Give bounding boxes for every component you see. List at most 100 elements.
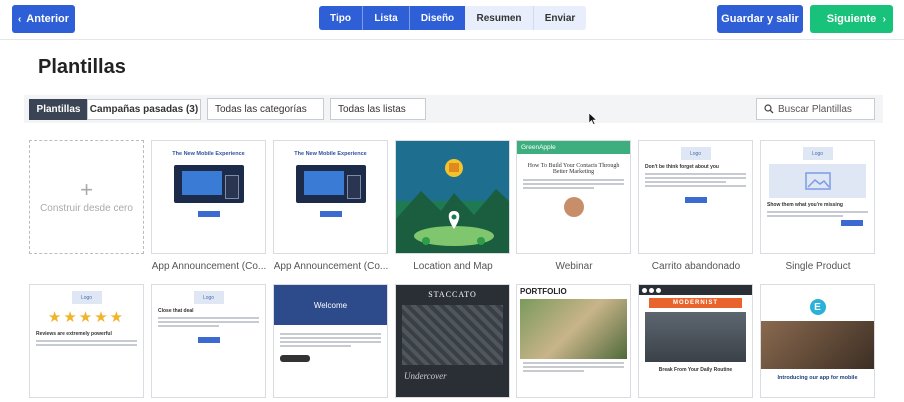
chevron-left-icon: ‹ — [17, 13, 22, 25]
list-select-value: Todas las listas — [338, 103, 406, 115]
next-button[interactable]: Siguiente › — [810, 5, 893, 33]
step-diseno[interactable]: Diseño — [409, 6, 465, 30]
text-lines — [523, 179, 624, 189]
social-icon — [642, 287, 647, 293]
step-label: Resumen — [476, 12, 522, 24]
template-headline: The New Mobile Experience — [294, 151, 367, 157]
social-bar — [639, 285, 752, 295]
category-select[interactable]: Todas las categorías — [207, 98, 324, 120]
step-label: Lista — [374, 12, 398, 24]
template-caption: App Announcement (Co... — [151, 261, 267, 272]
tab-label: Plantillas — [36, 104, 81, 115]
step-label: Tipo — [330, 12, 351, 24]
star-rating-icon: ★★★★★ — [47, 309, 126, 326]
social-icon — [649, 287, 654, 293]
template-caption: Location and Map — [413, 261, 493, 272]
hero-image — [645, 312, 746, 362]
next-button-label: Siguiente — [826, 13, 877, 25]
hero-image — [520, 299, 627, 359]
map-illustration — [396, 141, 509, 253]
template-caption: Single Product — [785, 261, 851, 272]
cta-button-preview — [684, 197, 707, 203]
cta-button-preview — [197, 337, 220, 343]
image-icon — [804, 172, 831, 190]
tab-plantillas[interactable]: Plantillas — [29, 99, 88, 120]
text-lines — [158, 317, 259, 327]
brand-title: STACCATO — [428, 290, 477, 299]
template-subtitle: Undercover — [404, 371, 447, 381]
brand-bar: GreenApple — [517, 141, 630, 154]
save-and-exit-button[interactable]: Guardar y salir — [717, 5, 803, 33]
template-card-build-from-scratch[interactable]: + Construir desde cero — [29, 140, 144, 254]
template-card-location-map[interactable] — [395, 140, 510, 254]
template-card-portfolio[interactable]: PORTFOLIO — [516, 284, 631, 398]
brand-title: MODERNIST — [649, 298, 742, 308]
device-mockup-image — [295, 165, 366, 203]
template-card-reviews[interactable]: Logo ★★★★★ Reviews are extremely powerfu… — [29, 284, 144, 398]
step-enviar[interactable]: Enviar — [533, 6, 586, 30]
template-card-staccato[interactable]: STACCATO Undercover — [395, 284, 510, 398]
template-card-abandoned-cart[interactable]: Logo Don't be think forget about you — [638, 140, 753, 254]
image-placeholder — [769, 164, 866, 198]
save-button-label: Guardar y salir — [721, 13, 799, 25]
template-caption: App Announcement (Co... — [273, 261, 389, 272]
template-card-webinar[interactable]: GreenApple How To Build Your Contacts Th… — [516, 140, 631, 254]
speaker-avatar — [563, 197, 584, 217]
template-headline: Introducing our app for mobile — [777, 375, 858, 381]
text-lines — [36, 340, 137, 346]
back-button-label: Anterior — [26, 13, 70, 25]
device-mockup-image — [173, 165, 244, 203]
category-select-value: Todas las categorías — [215, 103, 307, 115]
search-input[interactable]: Buscar Plantillas — [756, 98, 875, 120]
logo-placeholder: Logo — [71, 291, 102, 304]
text-lines — [523, 362, 624, 372]
template-headline: How To Build Your Contacts Through Bette… — [527, 163, 620, 175]
text-lines — [767, 211, 868, 217]
template-headline: Don't be think forget about you — [645, 164, 719, 170]
plus-icon: + — [80, 176, 93, 202]
list-select[interactable]: Todas las listas — [330, 98, 426, 120]
template-card-app-announcement-1[interactable]: The New Mobile Experience — [151, 140, 266, 254]
mouse-cursor-icon — [589, 113, 597, 125]
step-label: Enviar — [544, 12, 576, 24]
hero-image — [402, 305, 503, 365]
text-lines — [645, 173, 746, 187]
brand-title: PORTFOLIO — [520, 287, 567, 296]
cta-button-preview — [197, 211, 220, 217]
step-resumen[interactable]: Resumen — [465, 6, 533, 30]
template-card-single-product[interactable]: Logo Show them what you're missing — [760, 140, 875, 254]
template-headline: The New Mobile Experience — [172, 151, 245, 157]
cta-button-preview — [280, 355, 310, 362]
step-tipo[interactable]: Tipo — [319, 6, 362, 30]
template-card-app-announcement-2[interactable]: The New Mobile Experience — [273, 140, 388, 254]
template-card-app-mobile[interactable]: E Introducing our app for mobile — [760, 284, 875, 398]
social-icon — [656, 287, 661, 293]
search-icon — [764, 104, 774, 114]
step-lista[interactable]: Lista — [362, 6, 409, 30]
app-logo-icon: E — [809, 299, 826, 315]
template-card-modernist[interactable]: MODERNIST Break From Your Daily Routine — [638, 284, 753, 398]
template-headline: Reviews are extremely powerful — [36, 331, 112, 337]
tab-campanas-pasadas[interactable]: Campañas pasadas (3) — [87, 99, 201, 120]
template-headline: Close that deal — [158, 308, 194, 314]
template-caption: Carrito abandonado — [651, 261, 741, 272]
search-placeholder: Buscar Plantillas — [778, 103, 852, 115]
template-headline: Show them what you're missing — [767, 202, 843, 208]
cta-button-preview — [319, 211, 342, 217]
top-bar: ‹ Anterior Tipo Lista Diseño Resumen Env… — [0, 0, 904, 40]
page-title: Plantillas — [38, 56, 126, 78]
logo-placeholder: Logo — [193, 291, 224, 304]
template-caption: Webinar — [555, 261, 593, 272]
step-label: Diseño — [420, 12, 455, 24]
wizard-steps: Tipo Lista Diseño Resumen Enviar — [319, 6, 586, 30]
template-card-welcome[interactable]: Welcome — [273, 284, 388, 398]
welcome-banner: Welcome — [274, 285, 387, 325]
template-subtitle: Break From Your Daily Routine — [658, 367, 733, 373]
logo-placeholder: Logo — [680, 147, 711, 160]
build-from-scratch-label: Construir desde cero — [40, 202, 133, 214]
back-button[interactable]: ‹ Anterior — [12, 5, 75, 33]
template-card-close-deal[interactable]: Logo Close that deal — [151, 284, 266, 398]
text-lines — [280, 333, 381, 347]
logo-placeholder: Logo — [802, 147, 833, 160]
cta-button-preview — [841, 220, 863, 226]
